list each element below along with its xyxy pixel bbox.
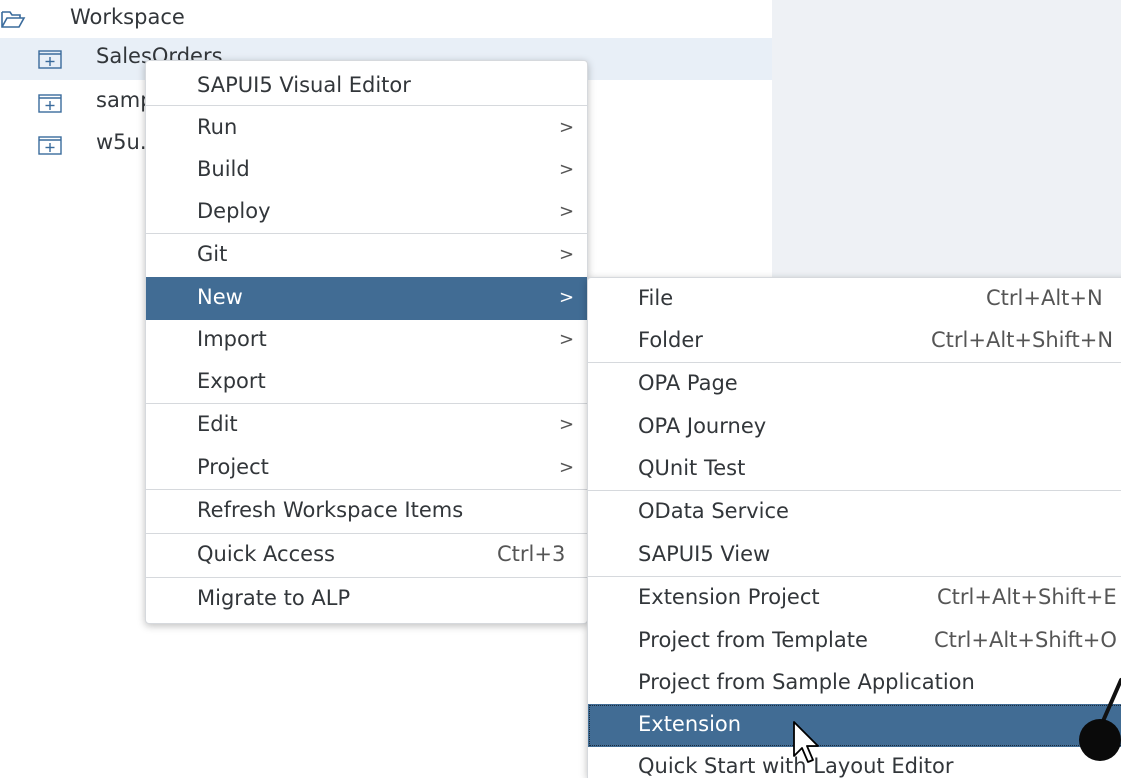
menu-item-migrate-alp[interactable]: Migrate to ALP [146,578,587,621]
chevron-right-icon: > [559,329,575,350]
menu-item-label: Extension [638,712,742,736]
context-menu: SAPUI5 Visual Editor Run > Build > Deplo… [145,60,588,624]
menu-item-quick-access[interactable]: Quick Access Ctrl+3 [146,534,587,577]
chevron-right-icon: > [559,287,575,308]
chevron-right-icon: > [559,159,575,180]
menu-item-label: SAPUI5 Visual Editor [197,73,411,97]
submenu-item-odata-service[interactable]: OData Service [588,491,1121,534]
folder-plus-icon [38,136,62,155]
menu-item-label: Quick Access [197,542,335,566]
menu-item-label: File [638,286,674,310]
new-submenu: File Ctrl+Alt+N Folder Ctrl+Alt+Shift+N … [587,277,1121,778]
menu-item-deploy[interactable]: Deploy > [146,191,587,234]
menu-item-shortcut: Ctrl+Alt+Shift+O [934,628,1117,652]
folder-plus-icon [38,50,62,69]
chevron-right-icon: > [559,117,575,138]
menu-separator [146,105,587,106]
submenu-item-folder[interactable]: Folder Ctrl+Alt+Shift+N [588,320,1121,363]
workspace-label: Workspace [70,5,185,29]
menu-item-label: Deploy [197,199,271,223]
menu-item-label: Export [197,369,266,393]
chevron-right-icon: > [559,457,575,478]
submenu-item-quick-start[interactable]: Quick Start with Layout Editor [588,746,1121,778]
menu-item-project[interactable]: Project > [146,447,587,490]
menu-item-shortcut: Ctrl+3 [497,542,566,566]
menu-item-label: QUnit Test [638,456,746,480]
menu-item-label: Extension Project [638,585,820,609]
menu-item-label: New [197,285,243,309]
menu-item-label: Git [197,242,228,266]
folder-open-icon [1,11,26,28]
submenu-item-project-from-template[interactable]: Project from Template Ctrl+Alt+Shift+O [588,620,1121,663]
submenu-item-sapui5-view[interactable]: SAPUI5 View [588,534,1121,577]
menu-item-label: Edit [197,412,238,436]
chevron-right-icon: > [559,244,575,265]
submenu-item-opa-page[interactable]: OPA Page [588,363,1121,406]
menu-item-edit[interactable]: Edit > [146,404,587,447]
menu-item-import[interactable]: Import > [146,319,587,362]
folder-plus-icon [38,94,62,113]
mouse-pointer-icon [793,721,819,763]
tree-item-label: w5u. [96,130,147,154]
workspace-root[interactable]: Workspace [0,0,772,38]
menu-item-label: OPA Page [638,371,738,395]
menu-item-label: Build [197,157,250,181]
submenu-item-file[interactable]: File Ctrl+Alt+N [588,278,1121,321]
editor-area [772,0,1121,278]
menu-item-export[interactable]: Export [146,361,587,404]
menu-item-visual-editor[interactable]: SAPUI5 Visual Editor [146,65,587,108]
menu-item-label: OData Service [638,499,789,523]
submenu-item-extension-project[interactable]: Extension Project Ctrl+Alt+Shift+E [588,577,1121,620]
menu-item-label: Refresh Workspace Items [197,498,464,522]
annotation-marker-icon [1079,678,1121,761]
menu-item-build[interactable]: Build > [146,149,587,192]
menu-item-run[interactable]: Run > [146,107,587,150]
menu-item-git[interactable]: Git > [146,234,587,277]
submenu-item-qunit-test[interactable]: QUnit Test [588,448,1121,491]
chevron-right-icon: > [559,414,575,435]
menu-item-new[interactable]: New > [146,277,587,320]
menu-item-label: SAPUI5 View [638,542,771,566]
menu-item-label: Import [197,327,267,351]
submenu-item-opa-journey[interactable]: OPA Journey [588,406,1121,449]
menu-item-refresh[interactable]: Refresh Workspace Items [146,490,587,533]
chevron-right-icon: > [559,201,575,222]
menu-item-label: Migrate to ALP [197,586,351,610]
menu-item-shortcut: Ctrl+Alt+Shift+N [931,328,1114,352]
menu-item-label: Project from Sample Application [638,670,975,694]
menu-item-label: Project from Template [638,628,868,652]
menu-item-label: Run [197,115,238,139]
submenu-item-project-from-sample[interactable]: Project from Sample Application [588,662,1121,705]
submenu-item-extension[interactable]: Extension [588,704,1121,747]
menu-item-label: Folder [638,328,703,352]
menu-item-label: OPA Journey [638,414,767,438]
menu-item-shortcut: Ctrl+Alt+N [986,286,1103,310]
menu-item-shortcut: Ctrl+Alt+Shift+E [937,585,1117,609]
menu-item-label: Project [197,455,269,479]
